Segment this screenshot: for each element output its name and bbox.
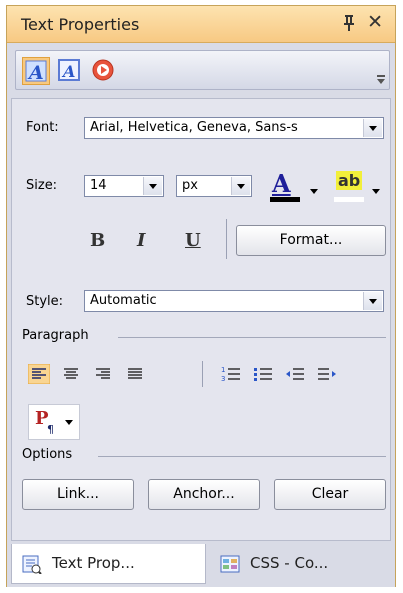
section-divider (98, 456, 386, 457)
options-section-header: Options (22, 447, 73, 462)
record-icon (92, 59, 114, 81)
svg-text:A: A (61, 62, 75, 81)
align-left-icon[interactable] (28, 364, 50, 384)
css-icon (220, 555, 240, 573)
align-justify-icon[interactable] (124, 364, 146, 384)
tab-text-properties[interactable]: Text Prop... (11, 544, 206, 584)
panel-tab-strip: Text Prop... CSS - Co... (7, 544, 395, 587)
pin-icon[interactable] (341, 14, 357, 32)
paragraph-controls: 1 3 P ¶ (12, 99, 392, 440)
indent-icon[interactable] (316, 364, 338, 384)
paragraph-format-button[interactable]: P ¶ (28, 404, 80, 440)
close-icon[interactable]: ✕ (367, 10, 383, 34)
properties-content: Font: Arial, Helvetica, Geneva, Sans-s S… (11, 98, 391, 541)
tab-label: Text Prop... (52, 554, 135, 572)
text-style-button[interactable]: A (22, 57, 50, 85)
clear-button[interactable]: Clear (274, 479, 386, 510)
svg-text:3: 3 (221, 375, 225, 383)
outdent-icon[interactable] (284, 364, 306, 384)
numbered-list-icon[interactable]: 1 3 (220, 364, 242, 384)
svg-text:1: 1 (221, 366, 225, 374)
text-properties-icon (22, 555, 42, 574)
bullet-list-icon[interactable] (252, 364, 274, 384)
text-properties-panel: Text Properties ✕ A A Font: Arial, Helve… (6, 5, 396, 587)
align-center-icon[interactable] (60, 364, 82, 384)
text-frame-icon: A (58, 59, 80, 81)
panel-title: Text Properties (21, 15, 140, 34)
text-style-icon: A (25, 60, 47, 84)
pilcrow-icon: ¶ (47, 423, 54, 436)
tab-css[interactable]: CSS - Co... (210, 544, 390, 584)
toolbar-overflow-icon[interactable] (377, 75, 385, 85)
tab-label: CSS - Co... (250, 554, 329, 572)
anchor-button[interactable]: Anchor... (148, 479, 260, 510)
toolbar: A A (15, 50, 390, 90)
chevron-down-icon (65, 420, 73, 425)
align-right-icon[interactable] (92, 364, 114, 384)
panel-titlebar: Text Properties ✕ (7, 6, 395, 43)
svg-text:A: A (27, 62, 44, 84)
record-button[interactable] (90, 57, 118, 85)
text-frame-button[interactable]: A (56, 57, 84, 85)
toolbar-separator (202, 361, 203, 387)
link-button[interactable]: Link... (22, 479, 134, 510)
